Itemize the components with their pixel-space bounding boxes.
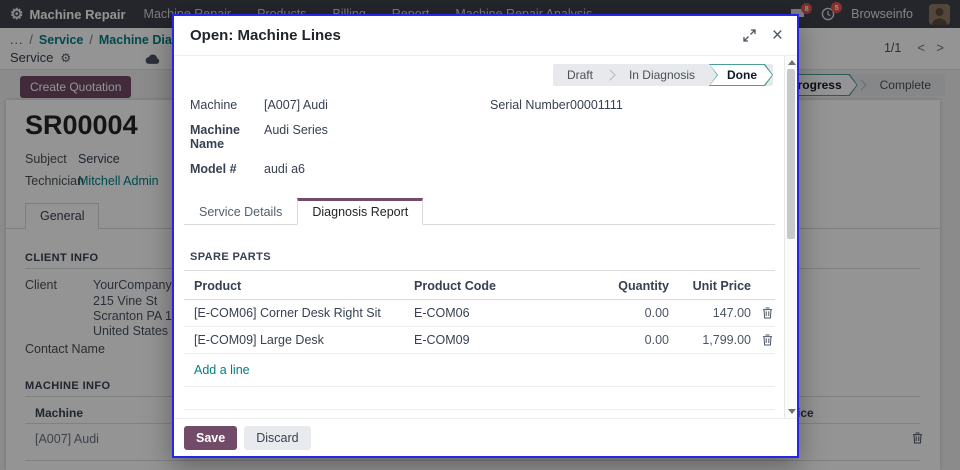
screen: ⚙ Machine Repair Machine Repair Products… [0,0,960,470]
machine-lines-modal: Open: Machine Lines × Draft In Diagnosis… [172,14,799,458]
tab-service-details[interactable]: Service Details [184,199,297,224]
col-product-code[interactable]: Product Code [414,279,581,293]
machine-name-value[interactable]: Audi Series [264,123,328,151]
machine-label: Machine [190,98,264,112]
delete-line-icon[interactable] [751,307,775,319]
cell-product: [E-COM06] Corner Desk Right Sit [194,306,414,320]
modal-title: Open: Machine Lines [190,27,341,44]
cell-product: [E-COM09] Large Desk [194,333,414,347]
status-done[interactable]: Done [709,64,773,86]
close-modal-icon[interactable]: × [772,26,783,45]
fields-left-column: Machine [A007] Audi Machine Name Audi Se… [190,98,490,187]
table-row[interactable]: [E-COM09] Large Desk E-COM09 0.00 1,799.… [184,327,775,354]
machine-name-label: Machine Name [190,123,264,151]
model-value[interactable]: audi a6 [264,162,305,176]
spare-parts-header-row: Product Product Code Quantity Unit Price [184,273,775,300]
cell-quantity: 0.00 [581,306,669,320]
tab-diagnosis-report[interactable]: Diagnosis Report [297,198,423,225]
fields-right-column: Serial Number 00001111 [490,98,775,187]
status-draft[interactable]: Draft [553,64,607,86]
col-unit-price[interactable]: Unit Price [669,279,751,293]
modal-scrollbar[interactable] [784,56,797,418]
expand-modal-icon[interactable] [743,29,756,42]
cell-quantity: 0.00 [581,333,669,347]
status-in-diagnosis[interactable]: In Diagnosis [615,64,709,86]
modal-body: Draft In Diagnosis Done Machine [A007] A… [174,56,797,418]
delete-line-icon[interactable] [751,334,775,346]
cell-product-code: E-COM09 [414,333,581,347]
model-label: Model # [190,162,264,176]
modal-fields: Machine [A007] Audi Machine Name Audi Se… [184,98,775,187]
modal-header: Open: Machine Lines × [174,16,797,56]
save-button[interactable]: Save [184,426,237,450]
spare-parts-table: Product Product Code Quantity Unit Price… [184,273,775,387]
modal-tabbar: Service Details Diagnosis Report [184,197,775,225]
discard-button[interactable]: Discard [244,426,310,450]
table-row[interactable]: [E-COM06] Corner Desk Right Sit E-COM06 … [184,300,775,327]
modal-footer: Save Discard [174,418,797,456]
col-product[interactable]: Product [194,279,414,293]
scroll-down-icon[interactable] [788,409,796,414]
status-chevron-icon [607,64,615,86]
col-quantity[interactable]: Quantity [581,279,669,293]
add-a-line-link[interactable]: Add a line [184,354,775,387]
cell-unit-price: 147.00 [669,306,751,320]
serial-number-label: Serial Number [490,98,570,112]
scrollbar-thumb[interactable] [787,69,795,239]
divider [184,409,775,410]
cell-unit-price: 1,799.00 [669,333,751,347]
modal-statusbar: Draft In Diagnosis Done [553,64,773,86]
machine-link[interactable]: [A007] Audi [264,98,328,112]
cell-product-code: E-COM06 [414,306,581,320]
scroll-up-icon[interactable] [788,60,796,65]
spare-parts-heading: SPARE PARTS [184,251,775,271]
serial-number-link[interactable]: 00001111 [570,98,623,112]
